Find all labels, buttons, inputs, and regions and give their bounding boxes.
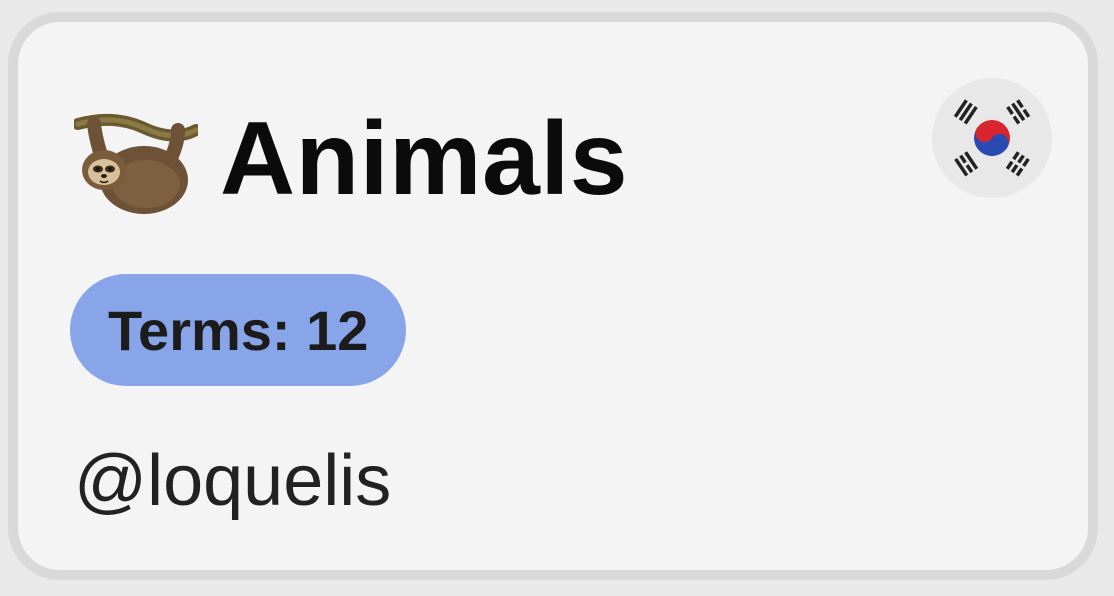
sloth-icon: [74, 113, 198, 214]
terms-count-label: Terms: 12: [108, 298, 369, 362]
set-title: Animals: [220, 101, 629, 217]
terms-count-badge: Terms: 12: [70, 274, 407, 386]
card-header: Animals: [74, 86, 628, 226]
south-korea-flag-icon: [953, 99, 1031, 177]
author-username: @loquelis: [74, 441, 392, 521]
study-set-card[interactable]: Animals Terms: 12 @loquelis: [8, 12, 1098, 580]
language-flag: [932, 78, 1052, 198]
